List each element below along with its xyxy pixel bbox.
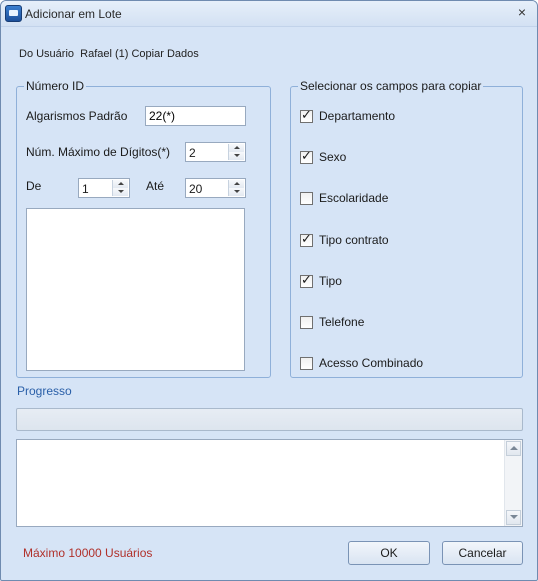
max-digits-value: 2 [189,146,196,160]
checkbox[interactable]: ✓ [300,231,313,247]
checkbox[interactable] [300,316,313,329]
scroll-up-icon [510,446,518,450]
title-bar[interactable]: Adicionar em Lote × [1,1,537,27]
arrow-up-icon [234,182,240,185]
from-arrows [112,180,128,196]
checkmark-icon: ✓ [301,107,312,122]
field-label: Tipo contrato [319,233,389,247]
scroll-down-icon [510,515,518,519]
field-label: Telefone [319,315,365,329]
id-list[interactable] [26,208,245,371]
field-label: Acesso Combinado [319,356,424,370]
max-digits-down-button[interactable] [229,152,244,160]
checkbox[interactable] [300,192,313,205]
log-scrollbar[interactable] [504,440,522,526]
from-label: De [26,179,42,193]
checkmark-icon: ✓ [301,231,312,246]
scroll-up-button[interactable] [506,441,521,456]
to-down-button[interactable] [229,188,244,196]
arrow-down-icon [118,190,124,193]
checkbox[interactable] [300,357,313,370]
progress-label: Progresso [17,384,72,398]
cancel-button[interactable]: Cancelar [442,541,523,565]
checkbox[interactable]: ✓ [300,272,313,288]
ok-button[interactable]: OK [348,541,430,565]
checkbox[interactable]: ✓ [300,107,313,123]
field-label: Escolaridade [319,191,389,205]
to-value: 20 [189,182,203,196]
checkbox[interactable]: ✓ [300,148,313,164]
log-textarea[interactable] [16,439,523,527]
arrow-up-icon [234,146,240,149]
arrow-down-icon [234,190,240,193]
field-label: Tipo [319,274,342,288]
to-label: Até [146,179,165,193]
close-icon[interactable]: × [515,4,529,20]
batch-add-dialog: Adicionar em Lote × Do Usuário Rafael (1… [0,0,538,581]
arrow-up-icon [118,182,124,185]
window-title: Adicionar em Lote [25,7,122,21]
from-spinner[interactable]: 1 [78,178,130,198]
app-icon [5,5,22,22]
copy-fields-group: Selecionar os campos para copiar [290,79,523,378]
arrow-down-icon [234,154,240,157]
progress-bar [16,408,523,431]
scroll-down-button[interactable] [506,510,521,525]
max-users-note: Máximo 10000 Usuários [23,546,153,560]
from-down-button[interactable] [113,188,128,196]
to-arrows [228,180,244,196]
max-digits-arrows [228,144,244,160]
id-number-legend: Número ID [26,79,85,93]
source-user-label: Do Usuário Rafael (1) Copiar Dados [19,48,199,60]
copy-fields-legend: Selecionar os campos para copiar [300,79,482,93]
checkmark-icon: ✓ [301,148,312,163]
field-label: Departamento [319,109,396,123]
from-value: 1 [82,182,89,196]
max-digits-label: Núm. Máximo de Dígitos(*) [26,145,171,159]
checkmark-icon: ✓ [301,272,312,287]
default-digits-input[interactable] [145,106,246,126]
default-digits-label: Algarismos Padrão [26,109,128,123]
to-spinner[interactable]: 20 [185,178,246,198]
max-digits-spinner[interactable]: 2 [185,142,246,162]
field-label: Sexo [319,150,347,164]
